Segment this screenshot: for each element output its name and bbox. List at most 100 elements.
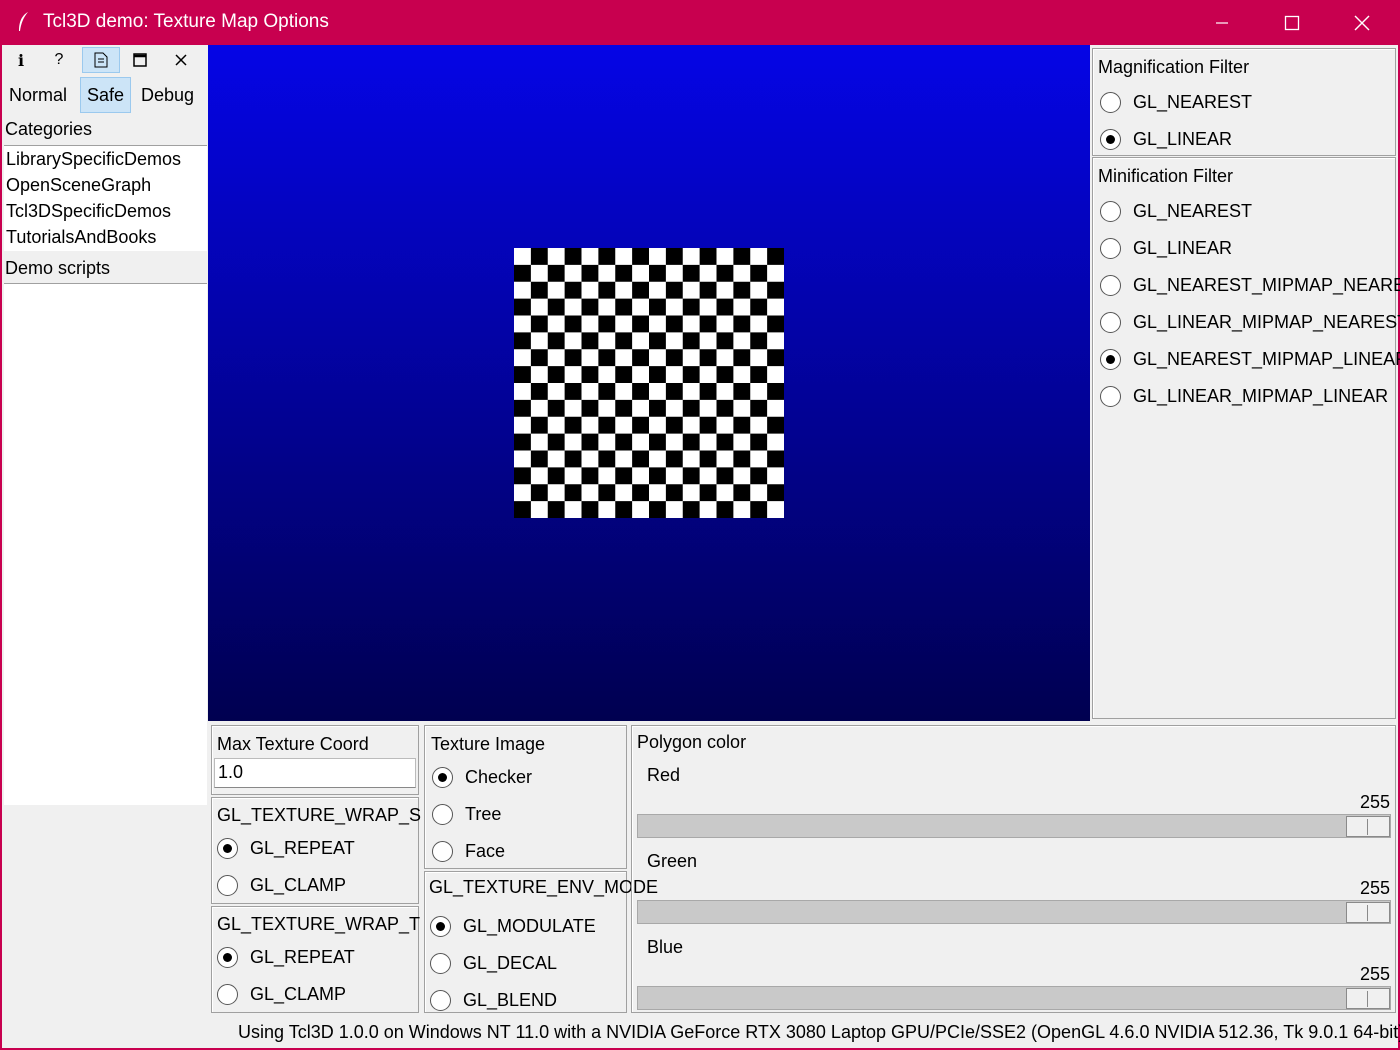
radio-gl-nearest-mipmap-linear[interactable]: GL_NEAREST_MIPMAP_LINEAR xyxy=(1100,344,1400,374)
categories-list[interactable]: LibrarySpecificDemos OpenSceneGraph Tcl3… xyxy=(4,145,207,251)
info-icon: i xyxy=(17,50,25,70)
texture-image-label: Texture Image xyxy=(431,734,546,754)
red-slider[interactable] xyxy=(637,814,1391,838)
radio-gl-repeat[interactable]: GL_REPEAT xyxy=(217,942,355,972)
radio-indicator xyxy=(432,803,453,825)
mode-selector: Normal Safe Debug xyxy=(2,77,207,113)
list-item[interactable]: Tcl3DSpecificDemos xyxy=(4,198,207,224)
blue-slider-thumb[interactable] xyxy=(1346,988,1390,1009)
checker-textured-quad xyxy=(514,248,784,518)
radio-label: GL_DECAL xyxy=(463,952,558,973)
wrap-t-label: GL_TEXTURE_WRAP_T xyxy=(217,914,421,934)
radio-indicator xyxy=(1100,348,1121,370)
radio-label: GL_NEAREST_MIPMAP_LINEAR xyxy=(1133,348,1400,369)
green-slider[interactable] xyxy=(637,900,1391,924)
toolbar: i ? xyxy=(2,45,207,75)
radio-gl-clamp[interactable]: GL_CLAMP xyxy=(217,870,346,900)
blue-slider[interactable] xyxy=(637,986,1391,1010)
maximize-button[interactable] xyxy=(1257,0,1327,45)
mode-debug-button[interactable]: Debug xyxy=(135,77,200,113)
max-texture-coord-label: Max Texture Coord xyxy=(217,734,369,754)
env-mode-group: GL_TEXTURE_ENV_MODE GL_MODULATE GL_DECAL G… xyxy=(424,871,658,1015)
radio-gl-modulate[interactable]: GL_MODULATE xyxy=(430,911,596,941)
info-button[interactable]: i xyxy=(2,47,40,73)
list-item[interactable]: LibrarySpecificDemos xyxy=(4,146,207,172)
source-button[interactable] xyxy=(82,47,120,73)
radio-gl-linear-mipmap-nearest[interactable]: GL_LINEAR_MIPMAP_NEAREST xyxy=(1100,307,1400,337)
texture-image-group: Texture Image Checker Tree Face xyxy=(424,725,627,869)
radio-selected-dot xyxy=(223,843,232,853)
magnification-filter-label: Magnification Filter xyxy=(1098,57,1250,77)
radio-label: GL_LINEAR xyxy=(1133,128,1233,149)
green-value: 255 xyxy=(1359,878,1390,898)
red-slider-thumb[interactable] xyxy=(1346,816,1390,837)
radio-indicator xyxy=(430,915,451,937)
radio-gl-blend[interactable]: GL_BLEND xyxy=(430,985,557,1015)
help-button[interactable]: ? xyxy=(40,47,78,73)
feather-icon xyxy=(19,12,28,31)
env-mode-label: GL_TEXTURE_ENV_MODE xyxy=(429,877,659,897)
blue-label: Blue xyxy=(647,937,684,957)
blue-value: 255 xyxy=(1359,964,1390,984)
radio-gl-nearest-mipmap-nearest[interactable]: GL_NEAREST_MIPMAP_NEAREST xyxy=(1100,270,1400,300)
radio-gl-repeat[interactable]: GL_REPEAT xyxy=(217,833,355,863)
radio-checker[interactable]: Checker xyxy=(432,762,532,792)
radio-gl-linear[interactable]: GL_LINEAR xyxy=(1100,124,1232,154)
minimize-icon xyxy=(1216,21,1228,24)
radio-indicator xyxy=(1100,91,1121,113)
minification-filter-group: Minification Filter GL_NEAREST GL_LINEAR G… xyxy=(1092,157,1400,719)
window-icon xyxy=(133,53,147,67)
exit-button[interactable] xyxy=(162,47,200,73)
list-item[interactable]: OpenSceneGraph xyxy=(4,172,207,198)
radio-indicator xyxy=(217,983,238,1005)
radio-selected-dot xyxy=(438,772,447,782)
radio-gl-decal[interactable]: GL_DECAL xyxy=(430,948,557,978)
close-icon xyxy=(175,54,187,66)
document-icon xyxy=(94,52,108,68)
radio-tree[interactable]: Tree xyxy=(432,799,501,829)
radio-indicator xyxy=(432,766,453,788)
status-bar: Using Tcl3D 1.0.0 on Windows NT 11.0 wit… xyxy=(238,1022,1400,1042)
radio-face[interactable]: Face xyxy=(432,836,505,866)
mode-safe-button[interactable]: Safe xyxy=(80,77,132,113)
demo-scripts-list[interactable] xyxy=(4,283,207,805)
radio-label: GL_BLEND xyxy=(463,989,558,1010)
mode-normal-button[interactable]: Normal xyxy=(3,77,73,113)
radio-indicator xyxy=(1100,128,1121,150)
radio-gl-clamp[interactable]: GL_CLAMP xyxy=(217,979,346,1009)
red-label: Red xyxy=(647,765,681,785)
radio-indicator xyxy=(1100,237,1121,259)
radio-indicator xyxy=(430,989,451,1011)
radio-label: GL_MODULATE xyxy=(463,915,596,936)
radio-gl-linear-mipmap-linear[interactable]: GL_LINEAR_MIPMAP_LINEAR xyxy=(1100,381,1388,411)
polygon-color-group: Polygon color Red 255 Green 255 Blue 255 xyxy=(631,725,1396,1013)
green-label: Green xyxy=(647,851,698,871)
window-button[interactable] xyxy=(121,47,159,73)
radio-indicator xyxy=(432,840,453,862)
max-texture-coord-group: Max Texture Coord 1.0 xyxy=(211,725,419,795)
client-area: i ? Normal Safe Debug Categories Library… xyxy=(2,45,1400,1048)
radio-label: Tree xyxy=(465,803,502,824)
radio-gl-nearest[interactable]: GL_NEAREST xyxy=(1100,196,1252,226)
close-button[interactable] xyxy=(1327,0,1397,45)
radio-gl-nearest[interactable]: GL_NEAREST xyxy=(1100,87,1252,117)
list-item[interactable]: TutorialsAndBooks xyxy=(4,224,207,250)
radio-indicator xyxy=(1100,385,1121,407)
radio-gl-linear[interactable]: GL_LINEAR xyxy=(1100,233,1232,263)
radio-label: GL_CLAMP xyxy=(250,874,347,895)
radio-label: GL_NEAREST xyxy=(1133,200,1253,221)
wrap-t-group: GL_TEXTURE_WRAP_T GL_REPEAT GL_CLAMP xyxy=(211,906,421,1013)
radio-selected-dot xyxy=(1106,134,1115,144)
minification-filter-label: Minification Filter xyxy=(1098,166,1234,186)
radio-label: GL_LINEAR_MIPMAP_LINEAR xyxy=(1133,385,1389,406)
maximize-icon xyxy=(1284,15,1300,30)
help-icon: ? xyxy=(54,51,64,68)
radio-label: GL_NEAREST xyxy=(1133,91,1253,112)
max-texture-coord-input[interactable]: 1.0 xyxy=(214,758,416,788)
radio-selected-dot xyxy=(1106,354,1115,364)
green-slider-thumb[interactable] xyxy=(1346,902,1390,923)
minimize-button[interactable] xyxy=(1187,0,1257,45)
opengl-canvas[interactable] xyxy=(208,45,1090,721)
wrap-s-label: GL_TEXTURE_WRAP_S xyxy=(217,805,422,825)
radio-label: Checker xyxy=(465,766,533,787)
